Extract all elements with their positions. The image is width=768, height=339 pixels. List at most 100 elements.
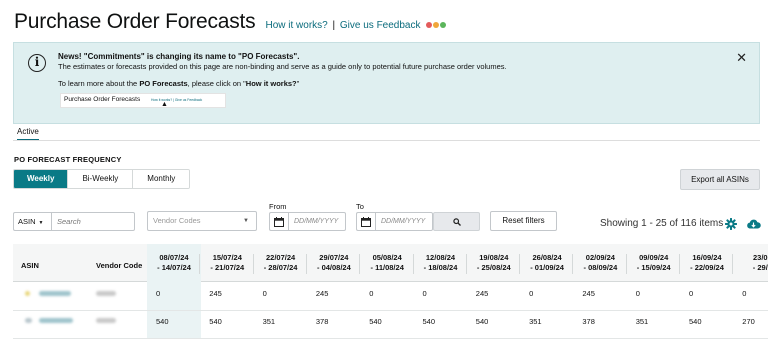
column-header-week: 09/09/24- 15/09/24	[627, 253, 681, 273]
table-cell: 540	[156, 317, 169, 326]
monthly-button[interactable]: Monthly	[132, 170, 190, 188]
column-header-week: 29/07/24- 04/08/24	[307, 253, 361, 273]
week-start-date: 22/07/24	[265, 253, 296, 262]
week-start-date: 23/0	[752, 253, 768, 262]
column-header-week: 15/07/24- 21/07/24	[200, 253, 254, 273]
calendar-icon[interactable]	[356, 212, 375, 231]
link-separator: |	[332, 20, 336, 31]
table-cell: 540	[689, 317, 702, 326]
week-start-date: 29/07/24	[319, 253, 349, 262]
week-end-date: - 22/09/24	[690, 263, 724, 272]
chevron-down-icon: ▼	[38, 220, 44, 226]
search-type-value: ASIN	[18, 217, 36, 226]
week-end-date: - 18/08/24	[423, 263, 458, 272]
feedback-faces-icon[interactable]	[425, 20, 447, 31]
gear-icon[interactable]	[725, 218, 737, 230]
table-cell: 0	[635, 289, 640, 298]
column-header-week: 16/09/24- 22/09/24	[680, 253, 734, 273]
week-start-date: 12/08/24	[425, 253, 456, 262]
table-cell: 378	[582, 317, 595, 326]
column-separator	[625, 254, 627, 274]
tab-active[interactable]: Active	[17, 127, 39, 141]
week-end-date: - 15/09/24	[636, 263, 671, 272]
table-cell: 0	[689, 289, 694, 298]
weekly-button[interactable]: Weekly	[14, 170, 68, 188]
week-start-date: 02/09/24	[585, 253, 615, 262]
to-date-input[interactable]: DD/MM/YYYY	[375, 212, 433, 231]
column-separator	[199, 254, 201, 274]
vendor-codes-placeholder: Vendor Codes	[153, 216, 201, 225]
cloud-download-icon[interactable]	[746, 218, 761, 230]
column-header-week: 19/08/24- 25/08/24	[467, 253, 521, 273]
week-start-date: 15/07/24	[212, 253, 242, 262]
search-type-select[interactable]: ASIN ▼	[13, 212, 51, 231]
table-cell: 245	[315, 289, 329, 298]
feedback-link[interactable]: Give us Feedback	[340, 20, 421, 31]
cursor-icon: ▲	[161, 101, 168, 108]
table-cell: 245	[475, 289, 489, 298]
table-cell: 540	[475, 317, 489, 326]
week-start-date: 08/07/24	[159, 253, 189, 262]
column-header-week: 08/07/24- 14/07/24	[147, 253, 201, 273]
column-separator	[572, 254, 574, 274]
column-header-week: 05/08/24- 11/08/24	[360, 253, 414, 273]
table-cell: 0	[742, 289, 747, 298]
column-header-week: 23/0- 29/	[733, 253, 768, 273]
thumbnail-links: How it works? | Give us Feedback	[151, 98, 203, 102]
table-cell: 351	[529, 317, 542, 326]
asin-indicator	[25, 291, 30, 296]
column-header-week: 22/07/24- 28/07/24	[254, 253, 308, 273]
close-icon[interactable]: ✕	[736, 50, 747, 66]
pagination-summary: Showing 1 - 25 of 116 items	[600, 218, 724, 229]
search-button[interactable]	[433, 212, 480, 231]
column-header-week: 02/09/24- 08/09/24	[573, 253, 627, 273]
thumbnail-title: Purchase Order Forecasts	[64, 96, 141, 103]
page-title: Purchase Order Forecasts	[14, 10, 256, 33]
from-date-label: From	[269, 202, 287, 211]
asin-indicator	[25, 318, 32, 323]
table-cell: 270	[742, 317, 755, 326]
search-icon	[452, 218, 461, 226]
forecast-table: ASIN Vendor Code 08/07/24- 14/07/24 15/07…	[13, 244, 768, 339]
table-cell: 0	[529, 289, 534, 298]
frequency-toggle: Weekly Bi-Weekly Monthly	[13, 169, 191, 189]
column-header-vendor-code[interactable]: Vendor Code	[96, 261, 142, 270]
column-separator	[305, 254, 307, 274]
tab-divider	[13, 140, 760, 141]
week-end-date: - 11/08/24	[370, 263, 404, 272]
table-cell: 0	[156, 289, 161, 298]
week-start-date: 09/09/24	[639, 253, 669, 262]
calendar-icon[interactable]	[269, 212, 288, 231]
bi-weekly-button[interactable]: Bi-Weekly	[67, 170, 133, 188]
how-it-works-link[interactable]: How it works?	[265, 20, 327, 31]
alert-learn-more: To learn more about the PO Forecasts, pl…	[58, 79, 300, 88]
week-end-date: - 21/07/24	[210, 263, 245, 272]
column-separator	[732, 254, 734, 274]
header-links: How it works? | Give us Feedback	[265, 20, 447, 31]
vendor-code-value	[96, 291, 116, 296]
table-cell: 245	[582, 289, 595, 298]
table-cell: 540	[422, 317, 436, 326]
alert-description: The estimates or forecasts provided on t…	[58, 62, 507, 71]
column-header-week: 26/08/24- 01/09/24	[520, 253, 574, 273]
week-end-date: - 14/07/24	[157, 263, 191, 272]
table-cell: 351	[635, 317, 649, 326]
export-all-asins-button[interactable]: Export all ASINs	[680, 169, 760, 190]
column-separator	[359, 254, 361, 274]
from-date-input[interactable]: DD/MM/YYYY	[288, 212, 346, 231]
column-header-asin[interactable]: ASIN	[21, 261, 39, 270]
week-end-date: - 29/	[752, 263, 768, 272]
asin-link[interactable]	[39, 291, 71, 296]
column-separator	[519, 254, 521, 274]
page-header: Purchase Order Forecasts How it works? |…	[14, 10, 447, 34]
reset-filters-button[interactable]: Reset filters	[490, 211, 557, 231]
vendor-codes-select[interactable]: Vendor Codes ▼	[147, 211, 257, 231]
table-cell: 378	[315, 317, 329, 326]
search-input[interactable]: Search	[51, 212, 135, 231]
asin-link[interactable]	[39, 318, 73, 323]
column-separator	[679, 254, 680, 274]
forecast-frequency-label: PO FORECAST FREQUENCY	[14, 155, 122, 164]
alert-headline: News! "Commitments" is changing its name…	[58, 52, 300, 61]
to-date-label: To	[356, 202, 364, 211]
week-end-date: - 01/09/24	[530, 263, 564, 272]
